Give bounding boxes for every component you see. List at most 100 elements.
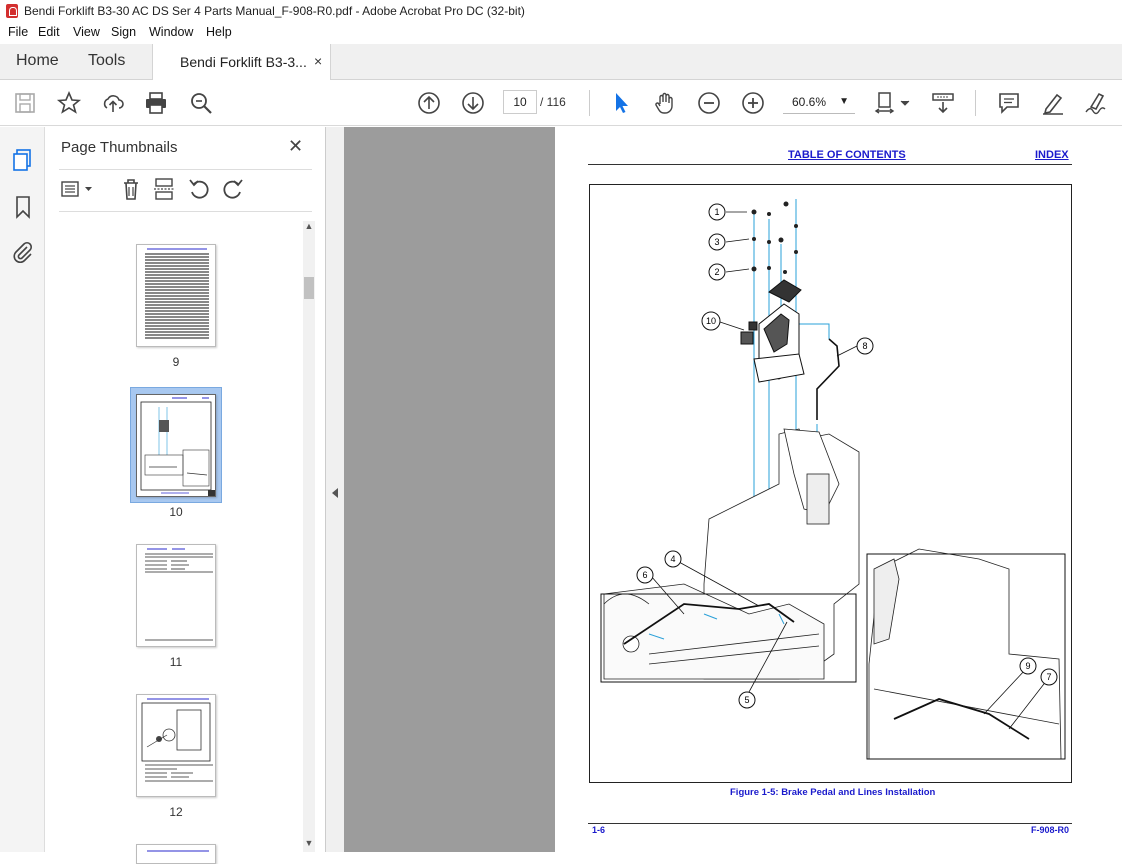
menu-sign[interactable]: Sign	[111, 25, 136, 39]
thumbnail-label-9: 9	[172, 355, 180, 369]
scroll-up-icon[interactable]: ▲	[303, 221, 315, 235]
scroll-mode-icon[interactable]	[930, 90, 956, 116]
tab-tools[interactable]: Tools	[88, 52, 125, 70]
thumbnail-page-9[interactable]	[136, 244, 216, 347]
thumbnail-options-icon[interactable]	[61, 179, 97, 201]
close-tab-icon[interactable]: ×	[314, 53, 322, 69]
menu-edit[interactable]: Edit	[38, 25, 60, 39]
comment-icon[interactable]	[996, 90, 1022, 116]
window-title: Bendi Forklift B3-30 AC DS Ser 4 Parts M…	[24, 4, 525, 18]
viewport-indicator[interactable]	[208, 490, 215, 496]
callout-5: 5	[738, 691, 756, 709]
thumbnail-page-13-partial[interactable]	[136, 844, 216, 864]
menu-help[interactable]: Help	[206, 25, 232, 39]
attachments-icon[interactable]	[11, 240, 35, 264]
callout-6: 6	[636, 566, 654, 584]
svg-text:6: 6	[642, 570, 647, 580]
thumbnail-page-11-preview	[145, 548, 213, 641]
page-footer-number: 1-6	[592, 825, 606, 835]
thumbnail-page-9-preview	[145, 248, 209, 339]
menu-view[interactable]: View	[73, 25, 100, 39]
chevron-down-icon: ▼	[839, 96, 849, 107]
thumbnail-page-13-preview	[147, 850, 209, 852]
find-zoom-icon[interactable]	[188, 90, 214, 116]
thumbnail-page-12[interactable]	[136, 694, 216, 797]
panel-title: Page Thumbnails	[61, 139, 178, 156]
zoom-level-value: 60.6%	[792, 95, 827, 109]
page-total: / 116	[540, 95, 566, 109]
panel-divider	[59, 169, 312, 170]
thumbnail-page-12-preview	[141, 698, 213, 782]
tab-document[interactable]: Bendi Forklift B3-3... ×	[152, 44, 331, 80]
callout-8: 8	[856, 337, 874, 355]
svg-text:7: 7	[1046, 672, 1051, 682]
callout-10: 10	[701, 311, 721, 331]
toolbar-divider	[589, 90, 590, 116]
share-upload-icon[interactable]	[100, 90, 126, 116]
callout-3: 3	[708, 233, 726, 251]
select-cursor-icon[interactable]	[608, 90, 634, 116]
scroll-down-icon[interactable]: ▼	[303, 838, 315, 852]
svg-text:5: 5	[744, 695, 749, 705]
document-tab-label: Bendi Forklift B3-3...	[180, 54, 307, 70]
thumbnails-scrollbar[interactable]: ▲ ▼	[303, 221, 315, 852]
hand-tool-icon[interactable]	[652, 90, 678, 116]
collapse-panel-icon[interactable]	[331, 487, 339, 499]
tab-home[interactable]: Home	[16, 52, 59, 70]
header-rule	[588, 164, 1072, 165]
index-link[interactable]: INDEX	[1035, 149, 1069, 161]
save-icon[interactable]	[12, 90, 38, 116]
tab-row: Home Tools Bendi Forklift B3-3... ×	[0, 44, 1122, 80]
page-thumbnails-icon[interactable]	[11, 148, 35, 172]
thumbnail-page-10[interactable]	[136, 394, 216, 497]
extract-pages-icon[interactable]	[153, 177, 175, 201]
scrollbar-thumb[interactable]	[304, 277, 314, 299]
callout-4: 4	[664, 550, 682, 568]
svg-text:2: 2	[714, 267, 719, 277]
svg-text:4: 4	[670, 554, 675, 564]
main-toolbar: 10 / 116 60.6% ▼	[0, 80, 1122, 126]
close-panel-icon[interactable]: ✕	[288, 136, 303, 157]
zoom-level-select[interactable]: 60.6% ▼	[783, 90, 855, 114]
svg-text:8: 8	[862, 341, 867, 351]
delete-page-icon[interactable]	[120, 177, 142, 201]
navigation-rail	[0, 127, 45, 852]
svg-text:10: 10	[706, 316, 716, 326]
highlight-pen-icon[interactable]	[1040, 90, 1066, 116]
thumbnail-page-11[interactable]	[136, 544, 216, 647]
menu-window[interactable]: Window	[149, 25, 193, 39]
menu-file[interactable]: File	[8, 25, 28, 39]
menu-bar: File Edit View Sign Window Help	[0, 22, 1122, 44]
previous-page-icon[interactable]	[416, 90, 442, 116]
callout-1: 1	[708, 203, 726, 221]
panel-splitter[interactable]	[326, 127, 344, 852]
figure-caption: Figure 1-5: Brake Pedal and Lines Instal…	[730, 787, 936, 798]
title-bar: Bendi Forklift B3-30 AC DS Ser 4 Parts M…	[0, 0, 1122, 22]
thumbnail-label-12: 12	[169, 805, 183, 819]
thumbnail-label-10: 10	[169, 505, 183, 519]
next-page-icon[interactable]	[460, 90, 486, 116]
panel-divider	[59, 211, 312, 212]
callout-9: 9	[1019, 657, 1037, 675]
print-icon[interactable]	[143, 90, 169, 116]
zoom-in-icon[interactable]	[740, 90, 766, 116]
svg-text:9: 9	[1025, 661, 1030, 671]
page-number-input[interactable]: 10	[503, 90, 537, 114]
table-of-contents-link[interactable]: TABLE OF CONTENTS	[788, 149, 906, 161]
rotate-clockwise-icon[interactable]	[221, 177, 245, 201]
rotate-counterclockwise-icon[interactable]	[187, 177, 211, 201]
pdf-page: TABLE OF CONTENTS INDEX 1 3 2 10 8 6 4 5…	[555, 127, 1122, 852]
page-fit-icon[interactable]	[874, 90, 912, 116]
bookmark-star-icon[interactable]	[56, 90, 82, 116]
zoom-out-icon[interactable]	[696, 90, 722, 116]
thumbnail-page-10-preview	[140, 397, 212, 494]
callout-2: 2	[708, 263, 726, 281]
svg-text:3: 3	[714, 237, 719, 247]
thumbnail-label-11: 11	[169, 655, 183, 669]
bookmarks-icon[interactable]	[12, 195, 34, 219]
svg-text:1: 1	[714, 207, 719, 217]
page-thumbnails-panel: Page Thumbnails ✕ ▲ ▼ 9 10 11 12	[45, 127, 326, 864]
sign-pen-icon[interactable]	[1083, 90, 1109, 116]
brake-pedal-diagram: 1 3 2 10 8 6 4 5 9 7	[589, 184, 1072, 783]
acrobat-pdf-icon	[6, 4, 18, 18]
